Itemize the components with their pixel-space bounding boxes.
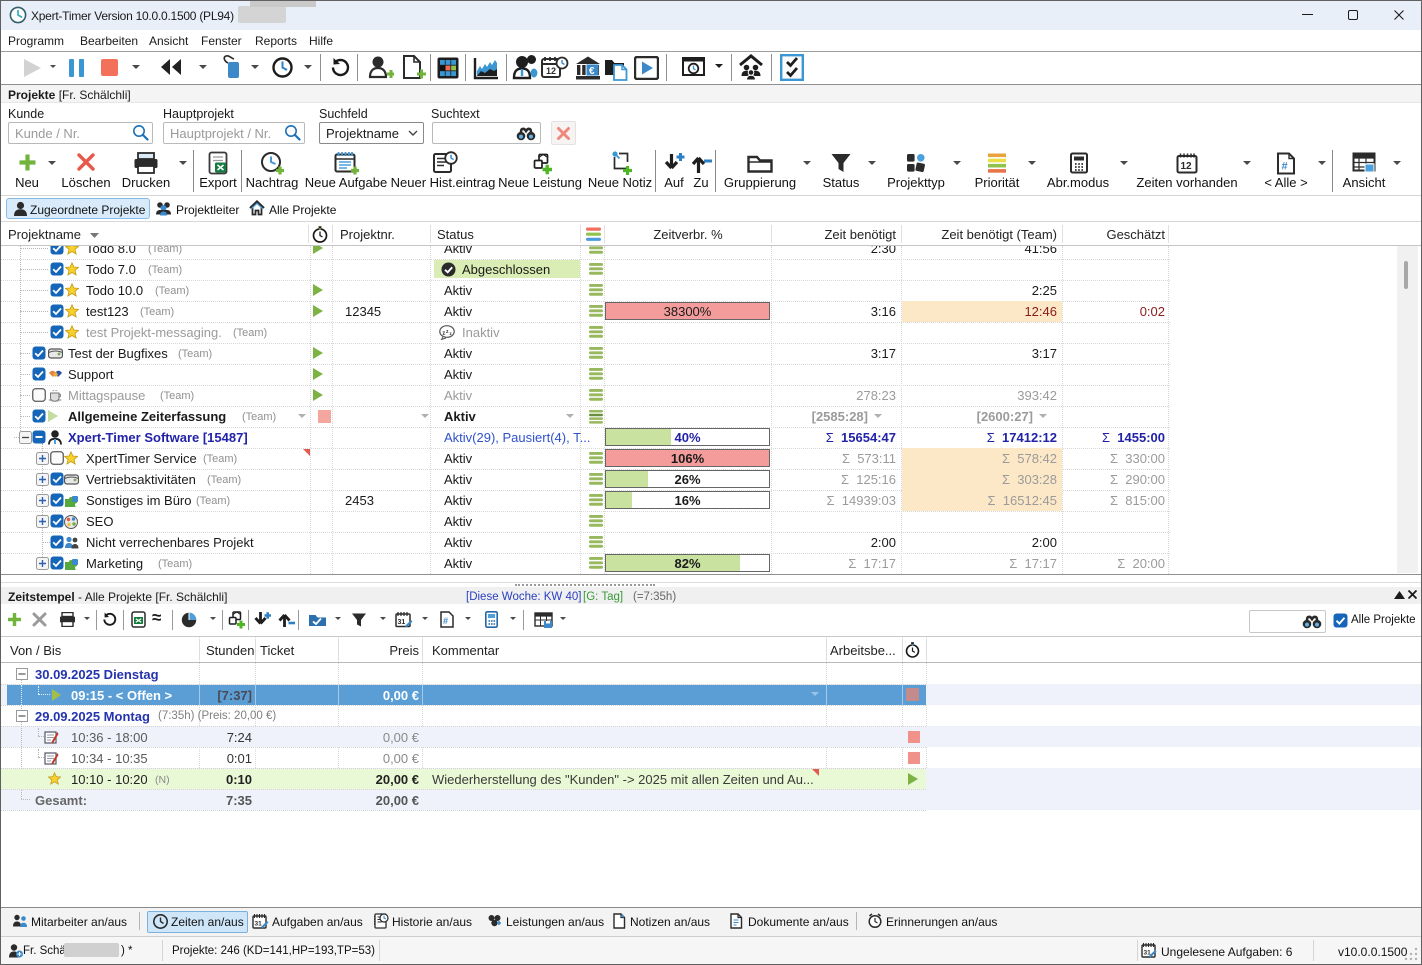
svg-text:31: 31 [398, 619, 406, 626]
svg-text:12: 12 [1181, 161, 1193, 172]
svg-text:12: 12 [546, 66, 556, 76]
svg-text:€: € [589, 66, 595, 77]
svg-text:#: # [443, 616, 448, 626]
svg-text:31: 31 [255, 921, 263, 928]
svg-text:#: # [1282, 161, 1288, 173]
